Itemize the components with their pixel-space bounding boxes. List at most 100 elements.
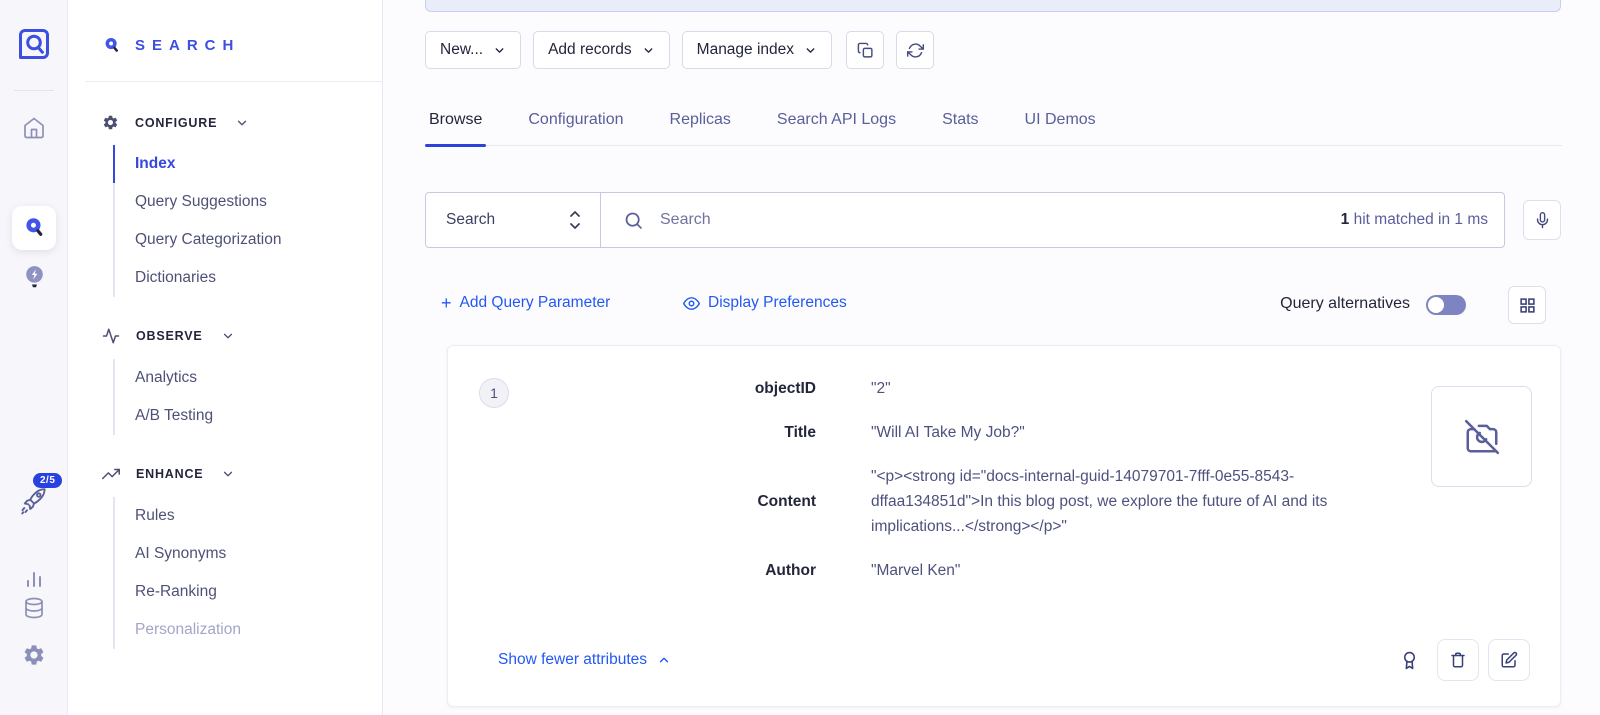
- layout-grid-button[interactable]: [1508, 286, 1546, 324]
- sidebar-item-index[interactable]: Index: [113, 145, 382, 183]
- attribute-row-title: Title "Will AI Take My Job?": [448, 420, 1428, 445]
- index-tabs: Browse Configuration Replicas Search API…: [425, 103, 1562, 146]
- tab-configuration[interactable]: Configuration: [524, 103, 627, 145]
- toggle-knob: [1428, 297, 1444, 313]
- sidebar-item-query-categorization[interactable]: Query Categorization: [113, 221, 382, 259]
- search-input[interactable]: [660, 211, 1325, 229]
- new-dropdown-label: New...: [440, 41, 483, 59]
- algolia-logo[interactable]: [0, 26, 68, 62]
- hit-image-placeholder: [1431, 386, 1532, 487]
- plus-icon: +: [441, 294, 452, 312]
- add-records-dropdown-button[interactable]: Add records: [533, 31, 670, 69]
- add-query-parameter-label: Add Query Parameter: [460, 294, 611, 312]
- attribute-value: "Will AI Take My Job?": [871, 420, 1401, 445]
- query-alternatives-label: Query alternatives: [1280, 295, 1410, 313]
- tab-replicas[interactable]: Replicas: [666, 103, 735, 145]
- sidebar-item-dictionaries[interactable]: Dictionaries: [113, 259, 382, 297]
- copy-icon: [857, 42, 874, 59]
- no-image-icon: [1463, 418, 1501, 456]
- hit-stats-text: hit matched in 1 ms: [1349, 211, 1488, 228]
- settings-gear-icon[interactable]: [0, 643, 68, 667]
- display-preferences-link[interactable]: Display Preferences: [683, 294, 847, 312]
- sidebar-item-re-ranking[interactable]: Re-Ranking: [113, 573, 382, 611]
- tab-search-api-logs[interactable]: Search API Logs: [773, 103, 900, 145]
- hit-count: 1: [1341, 211, 1350, 228]
- nav-group-observe-header[interactable]: OBSERVE: [68, 327, 382, 345]
- nav-group-observe: OBSERVE Analytics A/B Testing: [68, 327, 382, 435]
- refresh-button[interactable]: [896, 31, 934, 69]
- algolia-dashboard: 2/5: [0, 0, 1600, 715]
- sidebar-item-ai-synonyms[interactable]: AI Synonyms: [113, 535, 382, 573]
- show-fewer-attributes-link[interactable]: Show fewer attributes: [498, 651, 671, 669]
- configure-gear-icon: [102, 114, 119, 131]
- attribute-value: "Marvel Ken": [871, 558, 1401, 583]
- sidebar-header: SEARCH: [68, 0, 382, 55]
- chevron-up-icon: [657, 653, 671, 667]
- recommend-bulb-icon[interactable]: [0, 264, 68, 293]
- main-content: New... Add records Manage index: [383, 0, 1600, 715]
- search-icon: [623, 210, 644, 231]
- attribute-name: objectID: [448, 376, 816, 401]
- query-alternatives-toggle[interactable]: [1426, 295, 1466, 315]
- sidebar-item-personalization[interactable]: Personalization: [113, 611, 382, 649]
- chevron-down-icon: [493, 44, 506, 57]
- attribute-row-author: Author "Marvel Ken": [448, 558, 1428, 583]
- search-mode-select[interactable]: Search: [426, 193, 601, 247]
- nav-group-configure-header[interactable]: CONFIGURE: [68, 114, 382, 131]
- rocket-icon[interactable]: [0, 486, 68, 516]
- delete-record-button[interactable]: [1437, 639, 1479, 681]
- sidebar-item-analytics[interactable]: Analytics: [113, 359, 382, 397]
- eye-icon: [683, 295, 700, 312]
- nav-group-configure: CONFIGURE Index Query Suggestions Query …: [68, 114, 382, 297]
- tab-ui-demos[interactable]: UI Demos: [1021, 103, 1100, 145]
- attribute-name: Title: [448, 420, 816, 445]
- attribute-name: Author: [448, 558, 816, 583]
- chevron-down-icon: [221, 467, 235, 481]
- nav-group-label: CONFIGURE: [135, 116, 217, 130]
- attribute-value: "2": [871, 376, 1401, 401]
- home-icon[interactable]: [0, 116, 68, 140]
- tab-stats[interactable]: Stats: [938, 103, 982, 145]
- sidebar-item-rules[interactable]: Rules: [113, 497, 382, 535]
- copy-index-button[interactable]: [846, 31, 884, 69]
- search-product-icon: [102, 36, 121, 55]
- edit-pencil-icon: [1500, 651, 1518, 669]
- sidebar-divider: [85, 81, 382, 82]
- voice-search-button[interactable]: [1523, 200, 1561, 240]
- add-query-parameter-link[interactable]: + Add Query Parameter: [441, 294, 610, 312]
- select-updown-icon: [568, 209, 582, 231]
- nav-group-enhance: ENHANCE Rules AI Synonyms Re-Ranking Per…: [68, 465, 382, 649]
- show-fewer-label: Show fewer attributes: [498, 651, 647, 669]
- algolia-logo-icon: [16, 26, 52, 62]
- product-title: SEARCH: [135, 37, 240, 54]
- manage-index-label: Manage index: [697, 41, 794, 59]
- attribute-name: Content: [448, 489, 816, 514]
- query-controls: + Add Query Parameter Display Preference…: [425, 286, 1562, 324]
- attribute-value: "<p><strong id="docs-internal-guid-14079…: [871, 464, 1401, 539]
- new-dropdown-button[interactable]: New...: [425, 31, 521, 69]
- rail-search-active[interactable]: [12, 206, 56, 250]
- microphone-icon: [1534, 211, 1551, 230]
- add-records-label: Add records: [548, 41, 632, 59]
- edit-record-button[interactable]: [1488, 639, 1530, 681]
- analytics-bars-icon[interactable]: [0, 566, 68, 590]
- chevron-down-icon: [235, 116, 249, 130]
- index-selector-edge: [425, 0, 1561, 12]
- tab-browse[interactable]: Browse: [425, 103, 486, 145]
- sidebar-item-query-suggestions[interactable]: Query Suggestions: [113, 183, 382, 221]
- award-ribbon-icon: [1400, 650, 1419, 671]
- manage-index-dropdown-button[interactable]: Manage index: [682, 31, 832, 69]
- chevron-down-icon: [804, 44, 817, 57]
- database-icon[interactable]: [0, 596, 68, 620]
- nav-group-label: OBSERVE: [136, 329, 203, 343]
- refresh-icon: [907, 42, 924, 59]
- hit-attributes: objectID "2" Title "Will AI Take My Job?…: [448, 376, 1428, 602]
- chevron-down-icon: [221, 329, 235, 343]
- sidebar-item-ab-testing[interactable]: A/B Testing: [113, 397, 382, 435]
- sidebar: SEARCH CONFIGURE Index Query Suggestions…: [68, 0, 383, 715]
- search-input-area: 1 hit matched in 1 ms: [601, 193, 1504, 247]
- promote-award-button[interactable]: [1390, 639, 1428, 681]
- trash-icon: [1449, 651, 1467, 669]
- nav-group-label: ENHANCE: [136, 467, 203, 481]
- nav-group-enhance-header[interactable]: ENHANCE: [68, 465, 382, 483]
